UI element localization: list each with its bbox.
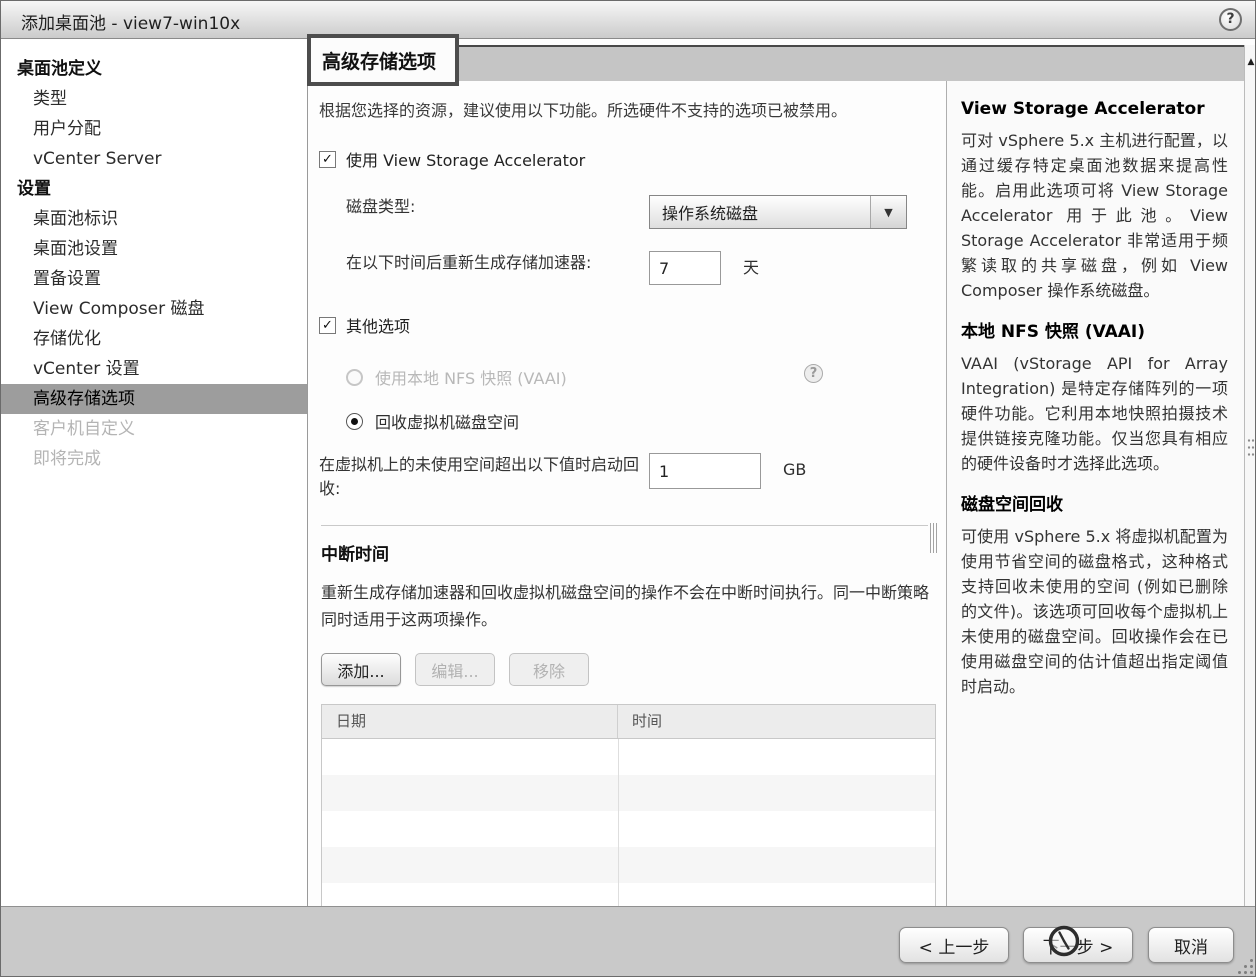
vertical-scrollbar[interactable]: ▲ (1244, 45, 1255, 906)
add-desktop-pool-dialog: 添加桌面池 - view7-win10x ? 桌面池定义 类型 用户分配 vCe… (0, 0, 1256, 977)
sidebar-item-pool-settings[interactable]: 桌面池设置 (1, 234, 307, 264)
help-section-body: 可对 vSphere 5.x 主机进行配置，以通过缓存特定桌面池数据来提高性能。… (961, 131, 1228, 300)
use-storage-accelerator-checkbox[interactable]: ✓ (319, 150, 336, 168)
wizard-step-list: 桌面池定义 类型 用户分配 vCenter Server 设置 桌面池标识 桌面… (1, 40, 307, 906)
scrollbar-grip[interactable] (1247, 437, 1255, 459)
edit-button: 编辑... (415, 653, 495, 686)
title-bar: 添加桌面池 - view7-win10x ? (1, 1, 1255, 39)
column-header-date: 日期 (322, 705, 618, 738)
help-section-title: 本地 NFS 快照 (VAAI) (961, 322, 1146, 342)
help-section-title: View Storage Accelerator (961, 99, 1205, 119)
sidebar-item-advanced-storage[interactable]: 高级存储选项 (1, 384, 307, 414)
other-options-checkbox[interactable]: ✓ (319, 316, 336, 334)
other-options-label: 其他选项 (346, 317, 411, 336)
regenerate-after-label: 在以下时间后重新生成存储加速器: (346, 253, 592, 272)
disk-type-value: 操作系统磁盘 (662, 204, 759, 223)
radio-dot (351, 417, 358, 425)
intro-text: 根据您选择的资源，建议使用以下功能。所选硬件不支持的选项已被禁用。 (319, 101, 848, 120)
reclaim-disk-space-radio[interactable] (346, 412, 363, 430)
previous-button[interactable]: < 上一步 (899, 927, 1009, 963)
help-section-body: 可使用 vSphere 5.x 将虚拟机配置为使用节省空间的磁盘格式，这种格式支… (961, 527, 1228, 696)
sidebar-item-vcenter-server[interactable]: vCenter Server (1, 144, 307, 174)
window-title: 添加桌面池 - view7-win10x (21, 14, 241, 34)
splitter-grip[interactable] (930, 523, 937, 553)
footer-bar: < 上一步 下一步 > 取消 (1, 906, 1255, 976)
sidebar-group-pool-definition: 桌面池定义 (17, 59, 102, 79)
check-icon: ✓ (322, 317, 333, 333)
page-title: 高级存储选项 (307, 34, 459, 86)
sidebar-item-storage-optimization[interactable]: 存储优化 (1, 324, 307, 354)
reclaim-threshold-unit: GB (783, 460, 807, 479)
regenerate-unit-label: 天 (743, 258, 760, 277)
reclaim-threshold-input[interactable] (649, 453, 761, 489)
blackout-times-description: 重新生成存储加速器和回收虚拟机磁盘空间的操作不会在中断时间执行。同一中断策略同时… (321, 583, 930, 629)
next-button[interactable]: 下一步 > (1023, 927, 1133, 963)
scroll-up-icon[interactable]: ▲ (1245, 57, 1255, 67)
sidebar-item-view-composer-disks[interactable]: View Composer 磁盘 (1, 294, 307, 324)
blackout-times-table: 日期 时间 (321, 704, 936, 920)
contextual-help-panel: View Storage Accelerator 可对 vSphere 5.x … (946, 81, 1244, 906)
disk-type-label: 磁盘类型: (346, 197, 416, 216)
sidebar-item-ready-to-complete: 即将完成 (33, 449, 101, 469)
table-body-empty (322, 739, 935, 919)
add-button[interactable]: 添加... (321, 653, 401, 686)
advanced-storage-options-panel: 根据您选择的资源，建议使用以下功能。所选硬件不支持的选项已被禁用。 ✓ 使用 V… (308, 81, 938, 920)
table-header-row: 日期 时间 (322, 705, 935, 739)
sidebar-item-pool-identification[interactable]: 桌面池标识 (1, 204, 307, 234)
use-storage-accelerator-label: 使用 View Storage Accelerator (346, 151, 586, 170)
help-icon[interactable]: ? (1219, 8, 1242, 31)
column-header-time: 时间 (632, 712, 663, 730)
help-section-title: 磁盘空间回收 (961, 495, 1063, 515)
nfs-help-icon[interactable]: ? (804, 364, 823, 383)
sidebar-item-provisioning-settings[interactable]: 置备设置 (1, 264, 307, 294)
reclaim-threshold-label: 在虚拟机上的未使用空间超出以下值时启动回收: (319, 455, 640, 498)
section-divider (321, 525, 928, 526)
disk-type-dropdown[interactable]: 操作系统磁盘 ▼ (649, 195, 907, 229)
sidebar-item-user-assignment[interactable]: 用户分配 (1, 114, 307, 144)
resize-grip-icon[interactable] (1238, 959, 1253, 974)
table-column-divider (618, 739, 619, 919)
reclaim-disk-space-label: 回收虚拟机磁盘空间 (375, 413, 520, 432)
sidebar-group-settings: 设置 (17, 179, 51, 199)
blackout-times-title: 中断时间 (321, 545, 389, 565)
help-section-body: VAAI (vStorage API for Array Integration… (961, 354, 1228, 473)
cancel-button[interactable]: 取消 (1148, 927, 1234, 963)
chevron-down-icon[interactable]: ▼ (870, 196, 906, 228)
nfs-snapshot-radio (346, 368, 363, 386)
sidebar-item-type[interactable]: 类型 (1, 84, 307, 114)
remove-button: 移除 (509, 653, 589, 686)
check-icon: ✓ (322, 151, 333, 167)
sidebar-item-vcenter-settings[interactable]: vCenter 设置 (1, 354, 307, 384)
regenerate-days-input[interactable] (649, 251, 721, 285)
nfs-snapshot-label: 使用本地 NFS 快照 (VAAI) (375, 369, 567, 388)
sidebar-item-guest-customization: 客户机自定义 (33, 419, 135, 439)
